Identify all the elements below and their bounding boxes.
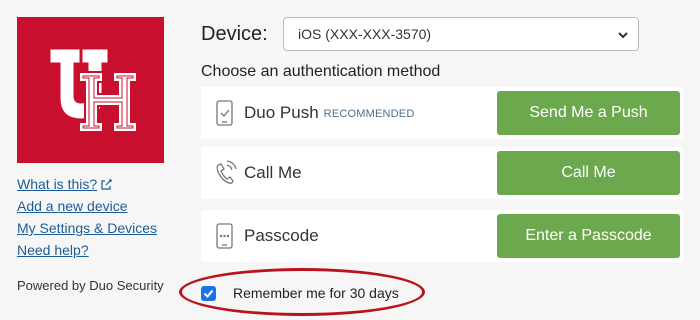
passcode-label: Passcode [244,226,319,245]
duo-push-label: Duo Push RECOMMENDED [244,103,414,123]
sidebar-links: What is this? Add a new device My Settin… [17,173,157,261]
external-link-icon [101,179,112,190]
device-selected-value: iOS (XXX-XXX-3570) [298,26,432,42]
university-logo [17,17,164,163]
add-device-link[interactable]: Add a new device [17,195,157,217]
duo-push-text: Duo Push [244,103,319,122]
powered-by-text: Powered by Duo Security [17,278,164,293]
uh-logo-icon [50,49,138,133]
device-label: Device: [201,22,268,45]
passcode-icon [216,223,233,249]
device-select[interactable]: iOS (XXX-XXX-3570) [283,17,639,51]
what-is-this-link[interactable]: What is this? [17,173,157,195]
call-me-label: Call Me [244,163,302,182]
phone-call-icon [216,160,237,184]
what-is-this-label: What is this? [17,176,98,192]
send-push-button[interactable]: Send Me a Push [497,91,680,135]
method-row-call-me: Call Me Call Me [201,147,683,199]
remember-me-row: Remember me for 30 days [201,285,399,301]
method-row-passcode: Passcode Enter a Passcode [201,210,683,262]
method-row-duo-push: Duo Push RECOMMENDED Send Me a Push [201,87,683,139]
call-me-button[interactable]: Call Me [497,151,680,195]
enter-passcode-button[interactable]: Enter a Passcode [497,214,680,258]
remember-me-label: Remember me for 30 days [233,285,399,301]
device-row: Device: iOS (XXX-XXX-3570) [201,16,639,52]
remember-me-checkbox[interactable] [201,285,216,301]
my-settings-link[interactable]: My Settings & Devices [17,217,157,239]
phone-push-icon [216,100,233,126]
checkmark-icon [203,289,214,298]
recommended-badge: RECOMMENDED [323,108,415,120]
chevron-down-icon [618,32,628,39]
need-help-link[interactable]: Need help? [17,239,157,261]
auth-method-prompt: Choose an authentication method [201,63,441,80]
